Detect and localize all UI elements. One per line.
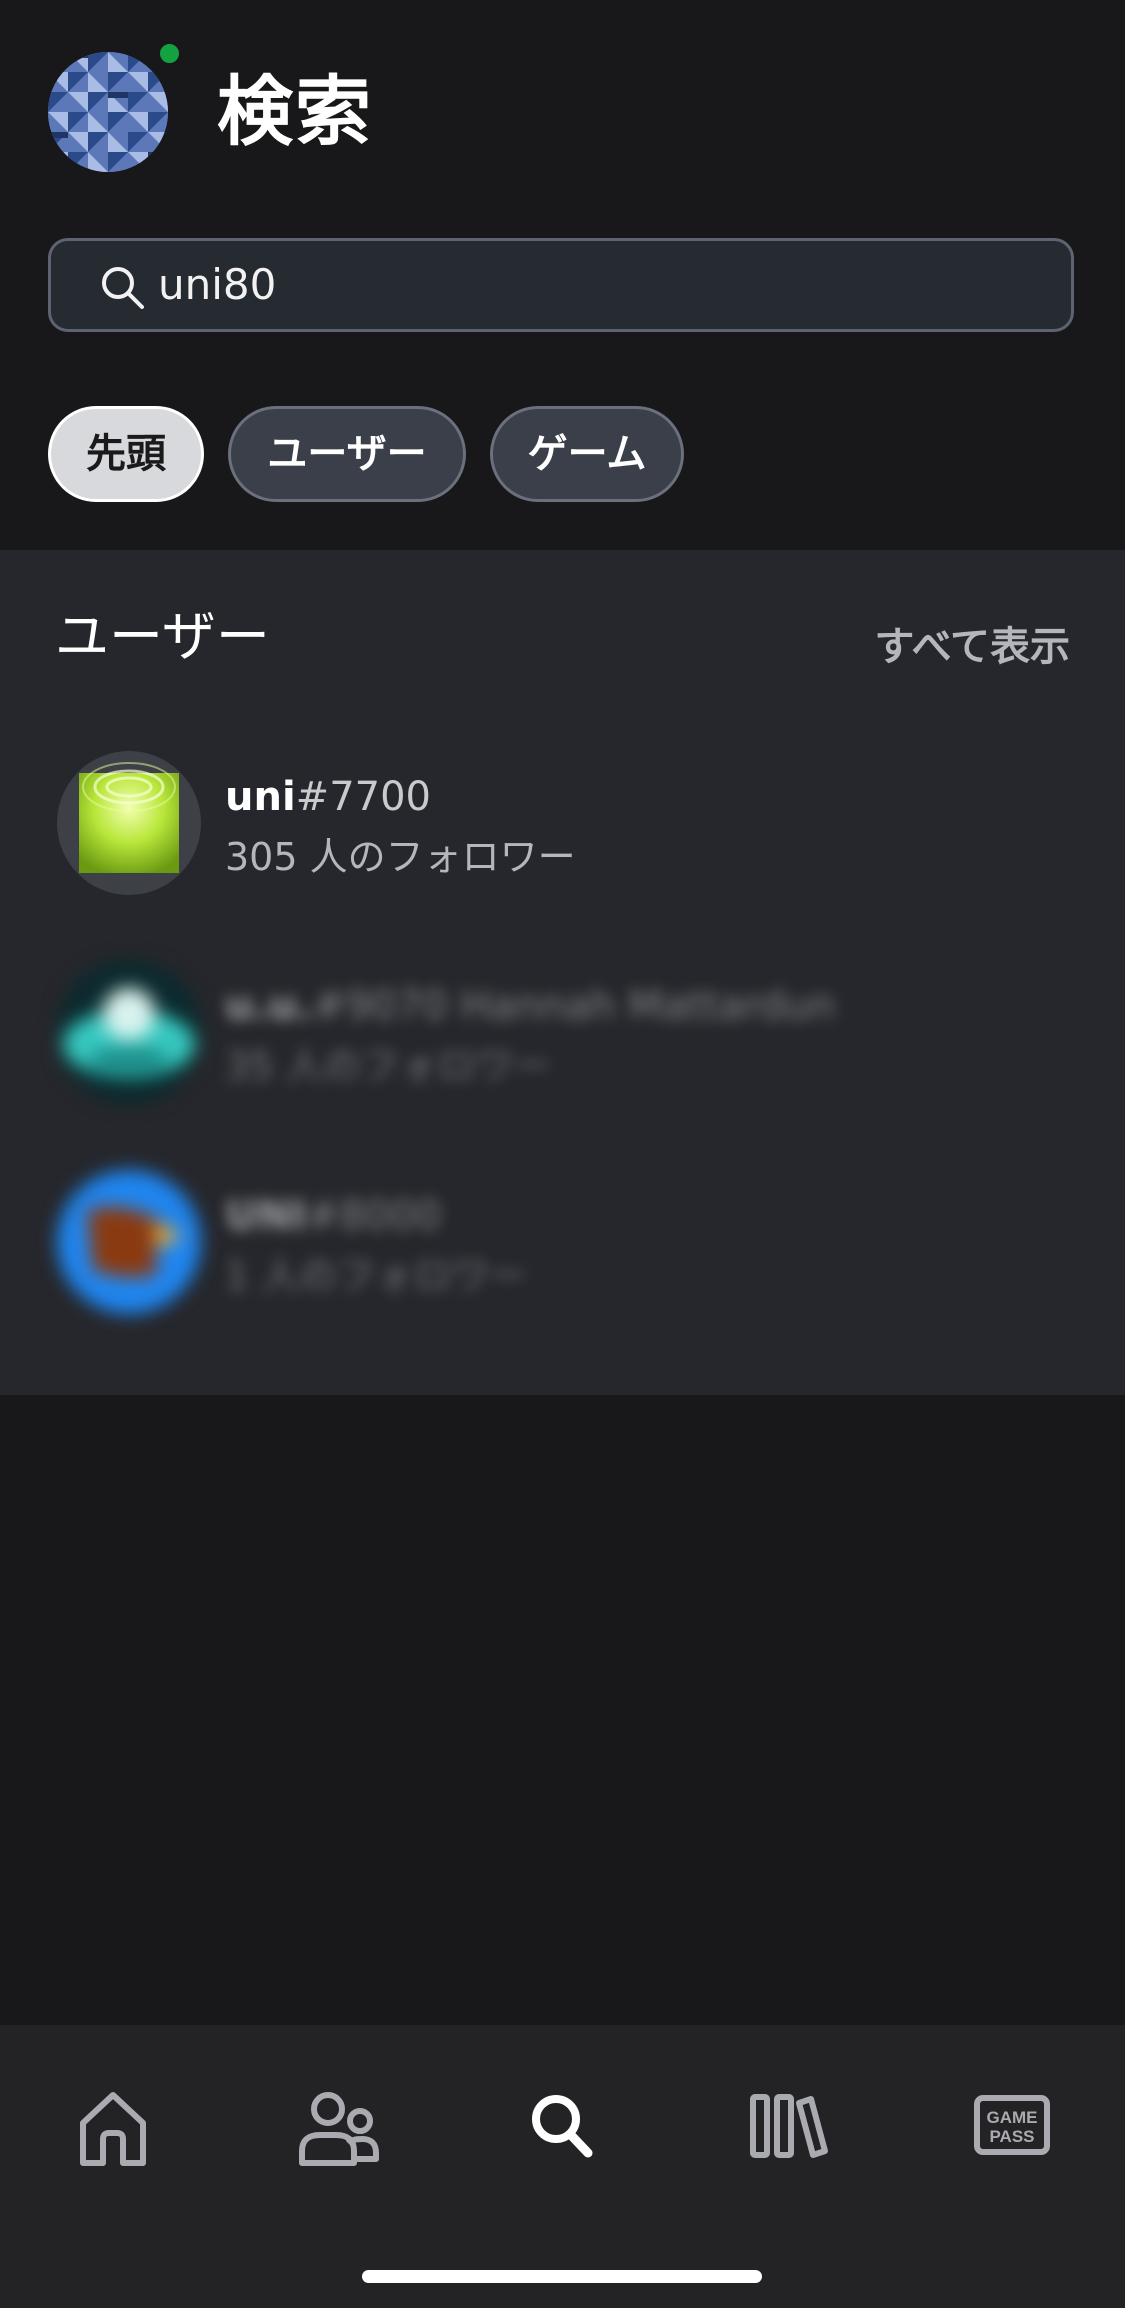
user-avatar [57, 1170, 201, 1314]
nav-library[interactable] [737, 2077, 837, 2177]
nav-home[interactable] [63, 2077, 163, 2177]
avatar-pattern-icon [48, 52, 168, 172]
user-list-item[interactable]: uni#7700 305 人のフォロワー [0, 751, 1125, 931]
game-pass-label-line2: PASS [989, 2127, 1034, 2146]
page-title: 検索 [217, 67, 373, 156]
nav-search[interactable] [512, 2077, 612, 2177]
user-name: uni#7700 [225, 769, 431, 825]
filter-chip-games[interactable]: ゲーム [490, 406, 684, 502]
user-gamertag: uni [225, 774, 296, 820]
user-follower-count: 35 人のフォロワー [225, 1044, 552, 1088]
profile-avatar[interactable] [48, 52, 168, 172]
library-icon [750, 2094, 828, 2158]
user-follower-count: 1 人のフォロワー [225, 1254, 528, 1298]
home-icon [80, 2092, 146, 2166]
eagle-avatar-icon [57, 1170, 201, 1314]
search-icon [102, 267, 144, 309]
see-all-link[interactable]: すべて表示 [874, 617, 1070, 677]
people-icon [299, 2092, 379, 2166]
green-ripple-avatar-icon [79, 762, 179, 873]
nav-game-pass[interactable]: GAME PASS [962, 2077, 1062, 2177]
game-pass-label-line1: GAME [987, 2108, 1038, 2127]
user-gamertag-suffix: #9070 Hannah Mattardun [312, 983, 835, 1029]
teal-character-avatar-icon [57, 960, 201, 1104]
nav-social[interactable] [288, 2077, 388, 2177]
user-gamertag-suffix: #8000 [305, 1193, 442, 1239]
user-list-item[interactable]: UNI#8000 1 人のフォロワー [0, 1170, 1125, 1350]
online-status-dot [158, 42, 181, 65]
game-pass-icon: GAME PASS [974, 2095, 1050, 2155]
user-avatar [57, 751, 201, 895]
home-indicator [362, 2270, 762, 2283]
user-name: UNI#8000 [225, 1188, 441, 1244]
user-gamertag-suffix: #7700 [295, 774, 431, 820]
user-gamertag: u.u. [225, 983, 313, 1029]
user-gamertag: UNI [225, 1193, 306, 1239]
user-name: u.u.#9070 Hannah Mattardun [225, 978, 835, 1034]
user-list-item[interactable]: u.u.#9070 Hannah Mattardun 35 人のフォロワー [0, 960, 1125, 1140]
filter-chip-top[interactable]: 先頭 [48, 406, 204, 502]
users-section: ユーザー すべて表示 uni#7700 305 人のフォロワー u.u.#907… [0, 550, 1125, 1395]
search-input[interactable]: uni80 [48, 238, 1074, 332]
search-icon [532, 2095, 593, 2158]
user-follower-count: 305 人のフォロワー [225, 835, 576, 879]
search-query-text: uni80 [158, 260, 277, 309]
bottom-nav: GAME PASS [0, 2025, 1125, 2308]
section-title: ユーザー [55, 605, 270, 668]
filter-chip-users[interactable]: ユーザー [228, 406, 466, 502]
user-avatar [57, 960, 201, 1104]
header: 検索 uni80 先頭 ユーザー ゲーム [0, 0, 1125, 550]
